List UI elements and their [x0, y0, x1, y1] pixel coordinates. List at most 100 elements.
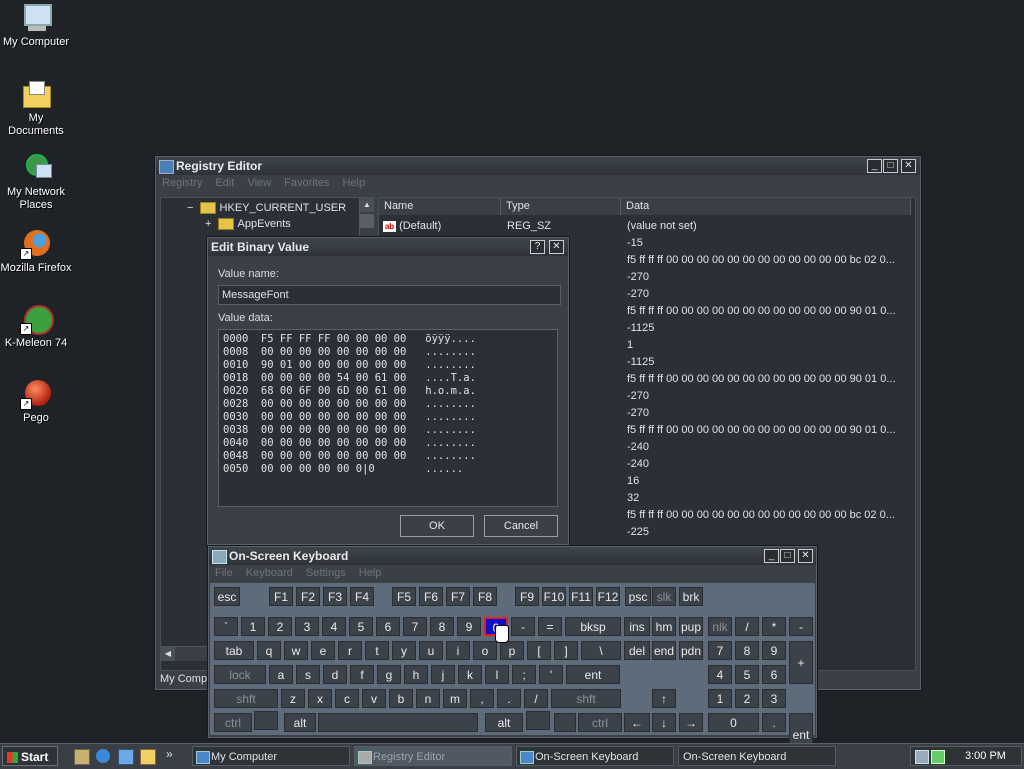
osk-close-button[interactable]: ✕: [798, 549, 813, 563]
key[interactable]: l: [485, 665, 509, 684]
key[interactable]: 2: [268, 617, 292, 636]
task-on-screen-keyboard[interactable]: On-Screen Keyboard: [516, 746, 674, 766]
osk-minimize-button[interactable]: _: [764, 549, 779, 563]
key[interactable]: ,: [470, 689, 494, 708]
key[interactable]: r: [338, 641, 362, 660]
tree-item-hkcu[interactable]: − HKEY_CURRENT_USER: [187, 200, 346, 216]
key[interactable]: ↓: [652, 713, 676, 732]
key[interactable]: j: [431, 665, 455, 684]
key[interactable]: z: [281, 689, 305, 708]
key[interactable]: q: [257, 641, 281, 660]
osk-titlebar[interactable]: On-Screen Keyboard _ □ ✕: [209, 547, 816, 565]
key[interactable]: ]: [554, 641, 578, 660]
key[interactable]: t: [365, 641, 389, 660]
registry-titlebar[interactable]: Registry Editor _ □ ✕: [156, 157, 920, 175]
key[interactable]: [: [527, 641, 551, 660]
key[interactable]: ': [539, 665, 563, 684]
desktop-icon-k-meleon[interactable]: ↗ K-Meleon 74: [0, 303, 72, 350]
key[interactable]: 9: [762, 641, 786, 660]
value-row-data[interactable]: -270: [627, 286, 911, 303]
osk-maximize-button[interactable]: □: [780, 549, 795, 563]
key[interactable]: +: [789, 641, 813, 684]
menu-view[interactable]: View: [247, 177, 271, 189]
key[interactable]: ←: [624, 713, 650, 732]
key[interactable]: F3: [323, 587, 347, 606]
key[interactable]: ctrl: [214, 713, 252, 732]
value-row-data[interactable]: -240: [627, 456, 911, 473]
minimize-button[interactable]: _: [867, 159, 882, 173]
key[interactable]: h: [404, 665, 428, 684]
key[interactable]: 5: [349, 617, 373, 636]
value-row-data[interactable]: -1125: [627, 354, 911, 371]
key[interactable]: y: [392, 641, 416, 660]
key[interactable]: i: [446, 641, 470, 660]
value-row-data[interactable]: f5 ff ff ff 00 00 00 00 00 00 00 00 00 0…: [627, 252, 911, 269]
key[interactable]: ent: [566, 665, 620, 684]
quicklaunch-chevron-icon[interactable]: »: [166, 747, 173, 761]
value-row-data[interactable]: f5 ff ff ff 00 00 00 00 00 00 00 00 00 0…: [627, 371, 911, 388]
key[interactable]: tab: [214, 641, 254, 660]
column-header-type[interactable]: Type: [501, 198, 621, 215]
key[interactable]: \: [581, 641, 621, 660]
key[interactable]: F5: [392, 587, 416, 606]
key[interactable]: alt: [485, 713, 523, 732]
key[interactable]: 7: [708, 641, 732, 660]
key[interactable]: o: [473, 641, 497, 660]
key[interactable]: ctrl: [578, 713, 622, 732]
key[interactable]: shft: [214, 689, 278, 708]
maximize-button[interactable]: □: [883, 159, 898, 173]
osk-menu-file[interactable]: File: [215, 567, 233, 579]
desktop-icon-my-documents[interactable]: My Documents: [0, 78, 72, 138]
key[interactable]: bksp: [565, 617, 621, 636]
key[interactable]: nlk: [708, 617, 732, 636]
key[interactable]: ins: [624, 617, 650, 636]
key[interactable]: 6: [376, 617, 400, 636]
menu-help[interactable]: Help: [342, 177, 365, 189]
key[interactable]: 3: [295, 617, 319, 636]
key[interactable]: ;: [512, 665, 536, 684]
key[interactable]: F1: [269, 587, 293, 606]
key[interactable]: `: [214, 617, 238, 636]
key[interactable]: 8: [430, 617, 454, 636]
menu-favorites[interactable]: Favorites: [284, 177, 329, 189]
osk-menu-help[interactable]: Help: [359, 567, 382, 579]
key[interactable]: x: [308, 689, 332, 708]
value-row-data[interactable]: 16: [627, 473, 911, 490]
quicklaunch-search-icon[interactable]: [140, 749, 156, 765]
key[interactable]: a: [269, 665, 293, 684]
key[interactable]: =: [538, 617, 562, 636]
key[interactable]: 1: [241, 617, 265, 636]
key[interactable]: n: [416, 689, 440, 708]
key[interactable]: -: [789, 617, 813, 636]
dialog-titlebar[interactable]: Edit Binary Value ? ✕: [208, 238, 568, 256]
quicklaunch-outlook-icon[interactable]: [118, 749, 134, 765]
osk-menu-settings[interactable]: Settings: [306, 567, 346, 579]
quicklaunch-ie-icon[interactable]: [96, 749, 110, 763]
task-on-screen-keyboard-2[interactable]: On-Screen Keyboard: [678, 746, 836, 766]
key[interactable]: v: [362, 689, 386, 708]
osk-menu-keyboard[interactable]: Keyboard: [246, 567, 293, 579]
key[interactable]: 8: [735, 641, 759, 660]
key[interactable]: f: [350, 665, 374, 684]
key[interactable]: 7: [403, 617, 427, 636]
desktop-icon-my-computer[interactable]: My Computer: [0, 2, 72, 49]
key[interactable]: 2: [735, 689, 759, 708]
ok-button[interactable]: OK: [400, 515, 474, 537]
desktop-icon-firefox[interactable]: ↗ Mozilla Firefox: [0, 228, 72, 275]
key[interactable]: /: [524, 689, 548, 708]
key[interactable]: .: [497, 689, 521, 708]
key[interactable]: w: [284, 641, 308, 660]
on-screen-keyboard-window[interactable]: On-Screen Keyboard _ □ ✕ File Keyboard S…: [208, 546, 817, 756]
edit-binary-dialog[interactable]: Edit Binary Value ? ✕ Value name: Messag…: [207, 237, 569, 545]
value-row-data[interactable]: f5 ff ff ff 00 00 00 00 00 00 00 00 00 0…: [627, 422, 911, 439]
tray-network-icon[interactable]: [915, 750, 929, 764]
key[interactable]: pup: [679, 617, 703, 636]
scroll-left-arrow-icon[interactable]: ◀: [161, 647, 175, 661]
key[interactable]: 4: [322, 617, 346, 636]
value-row-data[interactable]: -270: [627, 269, 911, 286]
key[interactable]: 4: [708, 665, 732, 684]
value-row-data[interactable]: -270: [627, 405, 911, 422]
value-row-data[interactable]: -225: [627, 524, 911, 541]
help-button[interactable]: ?: [530, 240, 545, 254]
key[interactable]: F11: [569, 587, 593, 606]
